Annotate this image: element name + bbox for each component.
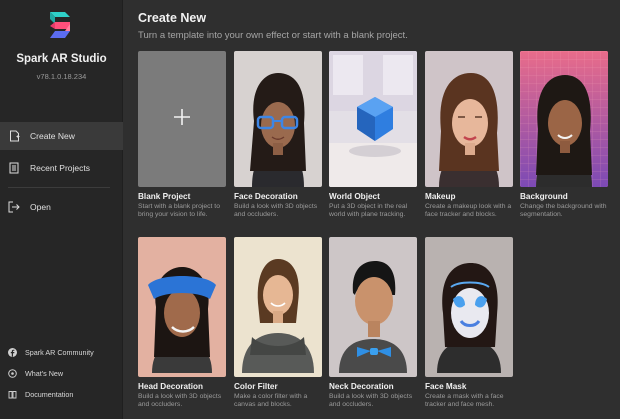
template-card-makeup[interactable]: Makeup Create a makeup look with a face … (425, 51, 513, 219)
template-thumbnail (520, 51, 608, 187)
link-documentation[interactable]: Documentation (0, 386, 123, 402)
main-panel: Create New Turn a template into your own… (124, 0, 620, 419)
template-title: Blank Project (138, 192, 191, 201)
page-subtitle: Turn a template into your own effect or … (138, 30, 408, 41)
template-card-world-object[interactable]: World Object Put a 3D object in the real… (329, 51, 417, 219)
template-card-color-filter[interactable]: Color Filter Make a color filter with a … (234, 237, 322, 409)
template-card-neck-decoration[interactable]: Neck Decoration Build a look with 3D obj… (329, 237, 417, 409)
world-object-preview-image (329, 51, 417, 187)
footer-link-label: Documentation (25, 389, 74, 399)
template-thumbnail (138, 51, 226, 187)
template-description: Build a look with 3D objects and occlude… (234, 203, 318, 218)
create-new-icon (8, 130, 20, 143)
head-decoration-preview-image (148, 267, 216, 373)
template-description: Start with a blank project to bring your… (138, 203, 220, 218)
nav-divider (8, 187, 110, 188)
template-description: Build a look with 3D objects and occlude… (329, 393, 413, 408)
template-thumbnail (329, 51, 417, 187)
template-thumbnail (234, 237, 322, 377)
template-thumbnail (329, 237, 417, 377)
link-whats-new[interactable]: What's New (0, 365, 123, 381)
template-description: Build a look with 3D objects and occlude… (138, 393, 222, 408)
template-thumbnail (234, 51, 322, 187)
documentation-icon (8, 390, 17, 399)
facebook-icon (8, 347, 17, 357)
app-version: v78.1.0.18.234 (36, 72, 87, 81)
template-card-blank-project[interactable]: Blank Project Start with a blank project… (138, 51, 226, 219)
app-name: Spark AR Studio (16, 53, 107, 65)
nav-open[interactable]: Open (0, 193, 123, 221)
template-description: Create a mask with a face tracker and fa… (425, 393, 504, 408)
template-description: Change the background with segmentation. (520, 203, 607, 218)
template-card-head-decoration[interactable]: Head Decoration Build a look with 3D obj… (138, 237, 226, 409)
spark-ar-logo-icon (50, 12, 70, 38)
footer-link-label: Spark AR Community (25, 347, 94, 357)
makeup-preview-image (439, 73, 499, 187)
neck-decoration-preview-image (339, 261, 407, 373)
footer-link-label: What's New (25, 368, 64, 378)
template-card-background[interactable]: Background Change the background with se… (520, 51, 608, 219)
template-thumbnail (425, 51, 513, 187)
nav-create-new[interactable]: Create New (0, 122, 123, 150)
nav-recent-projects[interactable]: Recent Projects (0, 154, 123, 182)
template-title: World Object (329, 192, 380, 201)
template-description: Create a makeup look with a face tracker… (425, 203, 512, 218)
template-title: Makeup (425, 192, 456, 201)
face-mask-preview-image (437, 263, 501, 373)
template-title: Color Filter (234, 382, 278, 391)
template-thumbnail (425, 237, 513, 377)
plus-icon (174, 109, 190, 125)
template-card-face-decoration[interactable]: Face Decoration Build a look with 3D obj… (234, 51, 322, 219)
face-decoration-preview-image (250, 73, 306, 187)
template-title: Neck Decoration (329, 382, 394, 391)
template-title: Background (520, 192, 568, 201)
page-title: Create New (138, 11, 207, 25)
template-title: Face Mask (425, 382, 467, 391)
link-spark-ar-community[interactable]: Spark AR Community (0, 344, 123, 360)
nav-label: Create New (30, 131, 75, 141)
template-thumbnail (138, 237, 226, 377)
nav-label: Open (30, 202, 51, 212)
template-title: Head Decoration (138, 382, 204, 391)
template-description: Make a color filter with a canvas and bl… (234, 393, 308, 408)
color-filter-preview-image (242, 259, 314, 373)
recent-projects-icon (8, 162, 20, 175)
template-card-face-mask[interactable]: Face Mask Create a mask with a face trac… (425, 237, 513, 409)
background-preview-image (520, 51, 608, 187)
template-description: Put a 3D object in the real world with p… (329, 203, 408, 218)
sidebar: Spark AR Studio v78.1.0.18.234 Create Ne… (0, 0, 123, 419)
nav-label: Recent Projects (30, 163, 90, 173)
template-title: Face Decoration (234, 192, 298, 201)
open-icon (8, 201, 20, 214)
whats-new-icon (8, 368, 17, 378)
